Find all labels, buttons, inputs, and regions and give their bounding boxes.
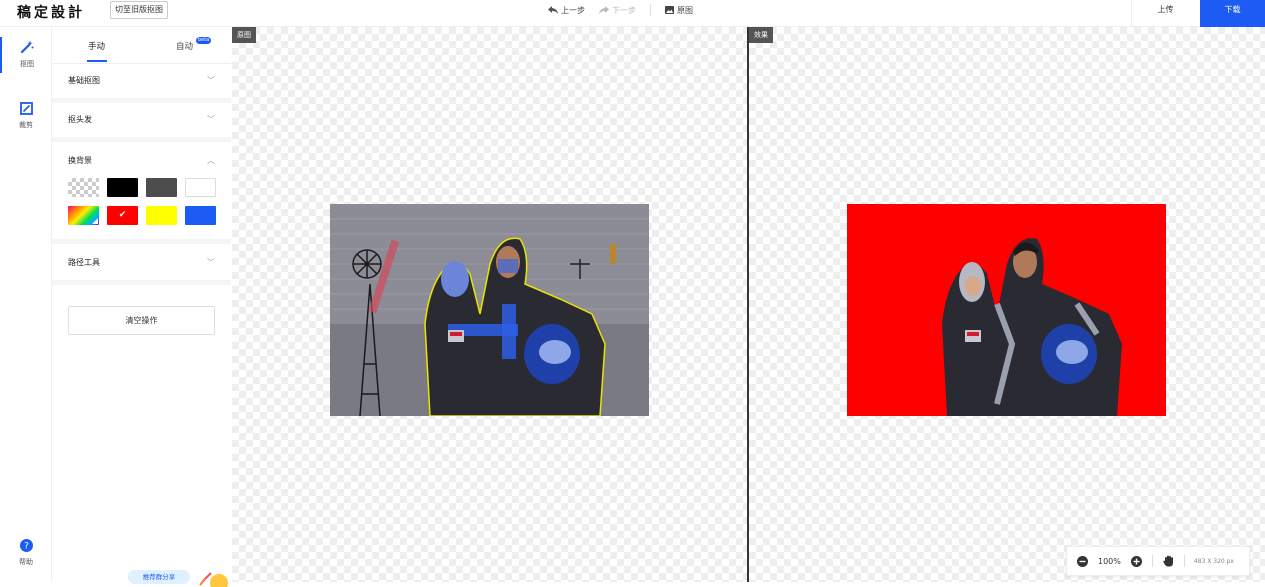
tool-sidebar: 抠图 裁剪 ? 帮助 <box>0 27 52 582</box>
zoom-out-icon[interactable] <box>1077 555 1088 567</box>
zoom-divider <box>1183 555 1185 567</box>
chevron-down-icon: ﹀ <box>207 76 215 85</box>
upload-button[interactable]: 上传 <box>1131 0 1199 27</box>
undo-label: 上一步 <box>561 5 585 15</box>
svg-text:?: ? <box>24 542 29 552</box>
section-basic-cutout: 基础抠图 ﹀ <box>52 64 231 103</box>
result-canvas[interactable]: 效果 <box>749 27 1265 582</box>
zoom-divider <box>1151 555 1153 567</box>
swatch-blue[interactable] <box>185 206 216 225</box>
switch-old-version-button[interactable]: 切至旧版抠图 <box>110 1 168 19</box>
help-button[interactable]: ? 帮助 <box>0 539 52 573</box>
section-change-background: 换背景 ︿ ✔ <box>52 144 231 244</box>
undo-icon <box>548 6 558 14</box>
image-dimensions: 483 X 320 px <box>1193 557 1234 565</box>
redo-button[interactable]: 下一步 <box>599 5 636 16</box>
zoom-in-icon[interactable] <box>1130 555 1142 567</box>
help-icon: ? <box>19 539 33 552</box>
section-path-tool-header[interactable]: 路径工具 ﹀ <box>52 246 231 280</box>
original-photo-illustration <box>330 204 649 416</box>
result-tag: 效果 <box>749 27 773 43</box>
section-title: 基础抠图 <box>68 76 100 85</box>
toolbar-divider <box>650 4 651 16</box>
swatch-transparent[interactable] <box>68 178 99 197</box>
section-change-background-header[interactable]: 换背景 ︿ <box>52 144 231 178</box>
chevron-up-icon: ︿ <box>207 156 215 165</box>
chevron-down-icon: ﹀ <box>207 258 215 267</box>
image-icon <box>665 6 674 14</box>
section-basic-cutout-header[interactable]: 基础抠图 ﹀ <box>52 64 231 98</box>
redo-label: 下一步 <box>612 5 636 15</box>
swatch-dark-gray[interactable] <box>146 178 177 197</box>
color-picker-corner-icon <box>92 218 98 224</box>
redo-icon <box>599 6 609 14</box>
download-button[interactable]: 下载 <box>1200 0 1265 27</box>
tab-manual[interactable]: 手动 <box>88 40 105 52</box>
beta-badge: beta <box>196 37 212 44</box>
top-toolbar: 稿定設計 切至旧版抠图 上一步 下一步 原图 上传 下载 <box>0 0 1265 27</box>
original-image-button[interactable]: 原图 <box>665 5 693 16</box>
cutout-options-panel: 手动 自动 beta 基础抠图 ﹀ 抠头发 ﹀ 换背景 ︿ ✔ 路径工具 ﹀ 清… <box>52 27 231 587</box>
swatch-red[interactable]: ✔ <box>107 206 138 225</box>
original-tag: 原图 <box>232 27 256 43</box>
magic-wand-icon <box>20 40 34 54</box>
swatch-custom-color[interactable] <box>68 206 99 225</box>
history-controls: 上一步 下一步 原图 <box>548 4 707 16</box>
original-canvas[interactable]: 原图 <box>232 27 747 582</box>
result-photo-illustration <box>847 204 1166 416</box>
crop-icon <box>19 102 33 115</box>
swatch-black[interactable] <box>107 178 138 197</box>
help-label: 帮助 <box>19 558 33 566</box>
original-photo[interactable] <box>330 204 649 416</box>
mode-tabs: 手动 自动 beta <box>52 27 231 64</box>
sidebar-item-crop[interactable]: 裁剪 <box>0 102 52 136</box>
result-photo[interactable] <box>847 204 1166 416</box>
clear-operations-button[interactable]: 清空操作 <box>68 306 215 335</box>
zoom-controls: 100% 483 X 320 px <box>1066 546 1250 576</box>
sidebar-item-cutout-label: 抠图 <box>20 60 34 68</box>
section-hair-cutout: 抠头发 ﹀ <box>52 103 231 142</box>
section-title: 换背景 <box>68 156 92 165</box>
sidebar-item-crop-label: 裁剪 <box>19 121 33 129</box>
undo-button[interactable]: 上一步 <box>548 5 585 16</box>
checkmark-icon: ✔ <box>118 210 127 220</box>
hand-pan-icon[interactable] <box>1163 555 1174 567</box>
chevron-down-icon: ﹀ <box>207 115 215 124</box>
tab-auto[interactable]: 自动 <box>176 40 193 52</box>
section-hair-cutout-header[interactable]: 抠头发 ﹀ <box>52 103 231 137</box>
section-title: 抠头发 <box>68 115 92 124</box>
original-image-label: 原图 <box>677 5 693 15</box>
active-tab-indicator <box>87 60 107 62</box>
swatch-yellow[interactable] <box>146 206 177 225</box>
section-title: 路径工具 <box>68 258 100 267</box>
sidebar-item-cutout[interactable]: 抠图 <box>0 37 52 73</box>
promo-decoration-icon <box>199 572 228 587</box>
swatch-white[interactable] <box>185 178 216 197</box>
section-path-tool: 路径工具 ﹀ <box>52 246 231 285</box>
zoom-level: 100% <box>1098 556 1121 566</box>
app-logo[interactable]: 稿定設計 <box>17 2 85 22</box>
background-swatch-grid: ✔ <box>52 178 231 239</box>
